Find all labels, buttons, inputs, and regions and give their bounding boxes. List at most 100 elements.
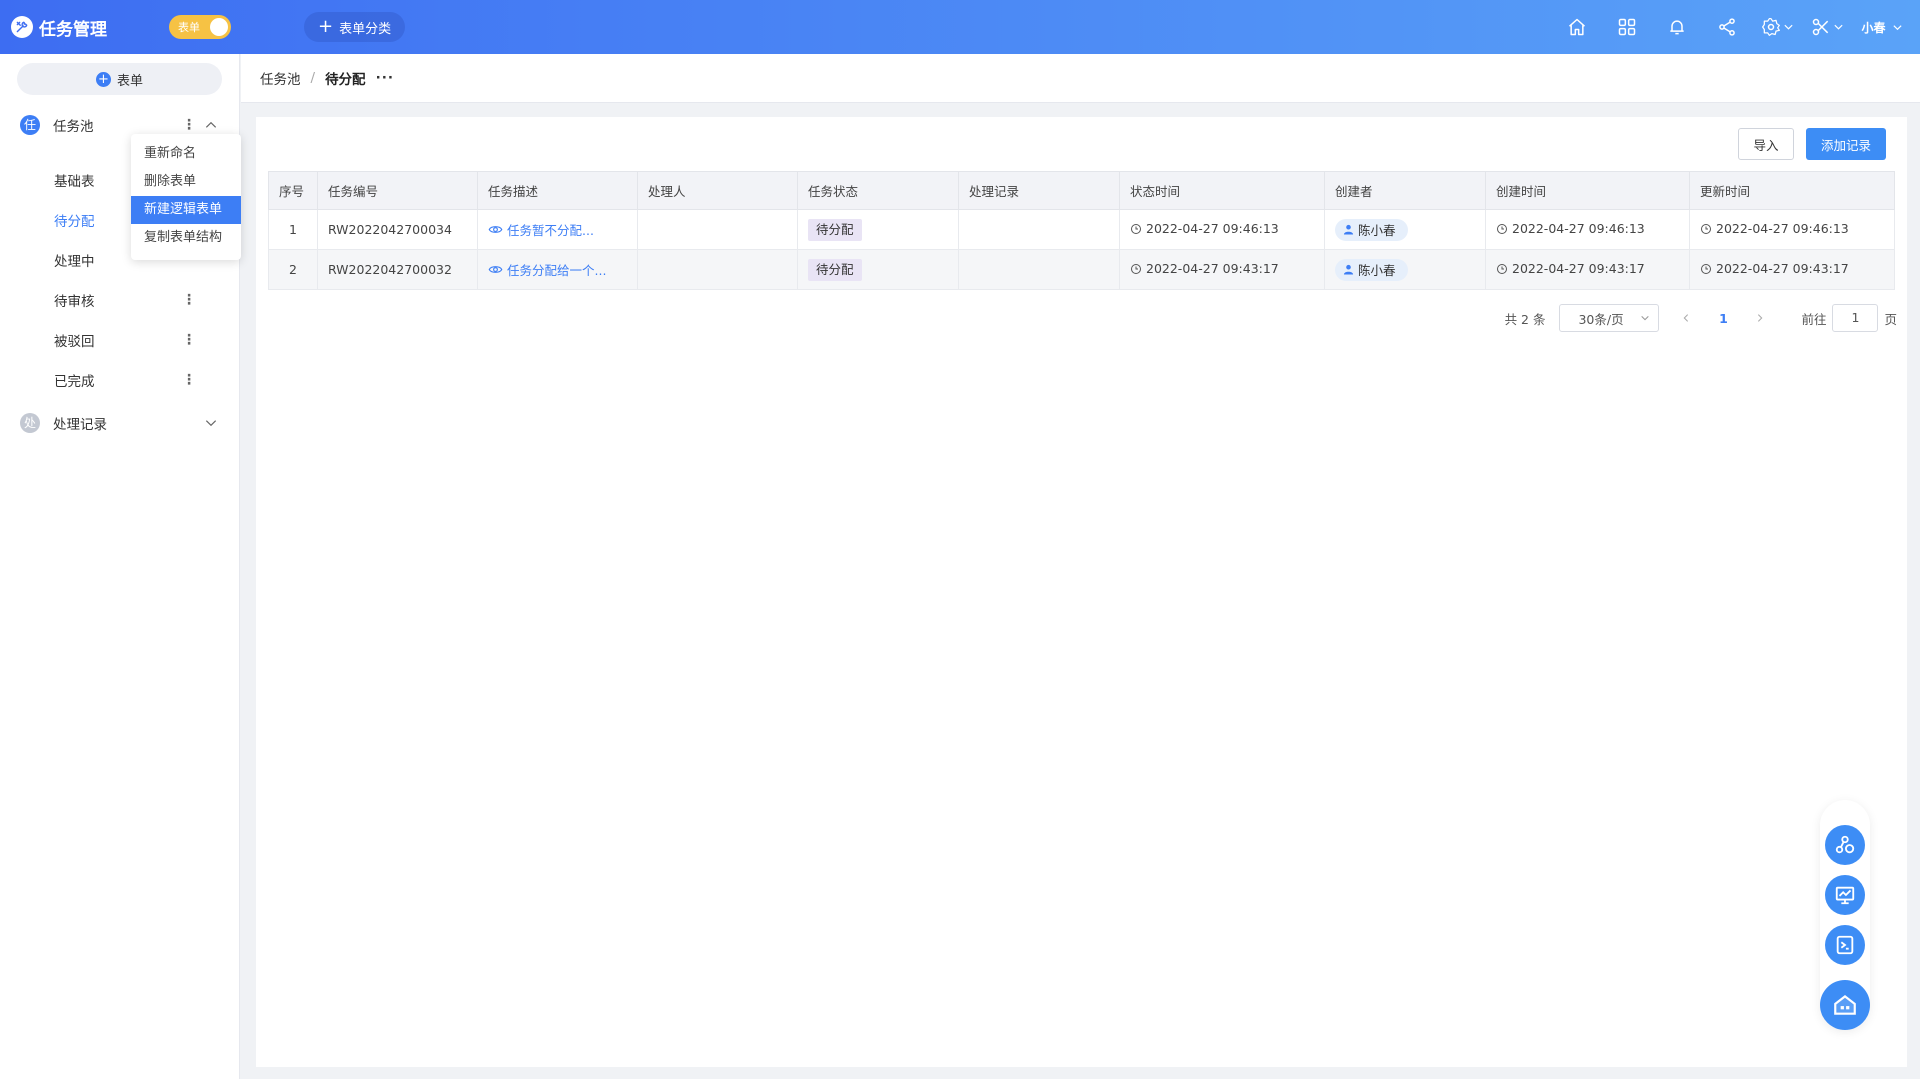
page-unit-label: 页 (1884, 311, 1897, 327)
cell-record (958, 209, 1120, 250)
workflow-button[interactable] (1825, 825, 1865, 865)
breadcrumb-separator: / (310, 70, 316, 86)
dashboard-button[interactable] (1825, 875, 1865, 915)
page-size-select[interactable]: 30条/页 (1559, 304, 1660, 332)
records-table: 序号 任务编号 任务描述 处理人 任务状态 处理记录 状态时间 创建者 创建时间… (268, 171, 1895, 290)
scissors-icon (1812, 18, 1828, 36)
sidebar-item-label: 已完成 (54, 374, 95, 390)
chevron-up-icon[interactable] (204, 118, 218, 132)
tools-icon (11, 16, 33, 38)
next-page-button[interactable] (1745, 313, 1775, 323)
more-vertical-icon[interactable]: ⋮ (182, 292, 196, 308)
clock-icon (1131, 263, 1141, 274)
status-badge: 待分配 (808, 258, 862, 281)
group-label: 处理记录 (53, 417, 107, 433)
home-button[interactable] (1552, 0, 1602, 54)
clock-icon (1131, 223, 1141, 234)
add-form-label: 表单 (116, 73, 143, 89)
floating-toolbar (1820, 800, 1870, 1030)
column-header[interactable]: 处理人 (637, 171, 798, 210)
menu-item-delete-form[interactable]: 删除表单 (131, 168, 241, 196)
table-header-row: 序号 任务编号 任务描述 处理人 任务状态 处理记录 状态时间 创建者 创建时间… (268, 171, 1895, 210)
column-header[interactable]: 处理记录 (958, 171, 1120, 210)
building-icon (1834, 994, 1856, 1015)
description-link[interactable]: 任务分配给一个... (488, 260, 606, 279)
time-text: 2022-04-27 09:46:13 (1716, 221, 1849, 237)
column-header[interactable]: 状态时间 (1119, 171, 1325, 210)
notification-button[interactable] (1652, 0, 1702, 54)
apps-button[interactable] (1602, 0, 1652, 54)
column-header[interactable]: 创建时间 (1485, 171, 1690, 210)
description-link[interactable]: 任务暂不分配... (488, 220, 594, 239)
toggle-label: 表单 (178, 21, 200, 34)
apps-grid-icon (1618, 18, 1636, 36)
creator-name: 陈小春 (1358, 263, 1396, 278)
sidebar-item-label: 处理中 (54, 254, 95, 270)
settings-menu-button[interactable] (1752, 0, 1802, 54)
import-button[interactable]: 导入 (1738, 128, 1794, 160)
chevron-right-icon (1758, 314, 1763, 322)
page-number-current[interactable]: 1 (1713, 311, 1733, 326)
home-portal-button[interactable] (1820, 980, 1870, 1030)
cell-status: 待分配 (797, 209, 959, 250)
user-avatar: 小春 (1861, 20, 1886, 35)
description-text: 任务分配给一个... (507, 262, 607, 278)
sidebar-item-rejected[interactable]: 被驳回 (54, 325, 95, 355)
pagination-total: 共 2 条 (1504, 311, 1546, 327)
table-row[interactable]: 2 RW2022042700032 任务分配给一个... 待分配 2022-04… (268, 249, 1895, 290)
add-form-button[interactable]: + 表单 (17, 63, 222, 95)
cell-updated-time: 2022-04-27 09:46:13 (1689, 209, 1895, 250)
sidebar-item-pending-review[interactable]: 待审核 (54, 285, 95, 315)
chevron-down-icon (1641, 315, 1650, 321)
prev-page-button[interactable] (1671, 313, 1701, 323)
more-vertical-icon[interactable]: ⋮ (182, 332, 196, 348)
column-header[interactable]: 更新时间 (1689, 171, 1895, 210)
user-icon (1343, 224, 1354, 235)
sidebar-group-records[interactable]: 处 处理记录 (0, 405, 240, 441)
creator-name: 陈小春 (1358, 223, 1396, 238)
sidebar-item-basic-table[interactable]: 基础表 (54, 165, 95, 195)
more-vertical-icon[interactable]: ⋮ (182, 372, 196, 388)
more-vertical-icon[interactable]: ⋮ (182, 117, 196, 133)
menu-item-rename[interactable]: 重新命名 (131, 140, 241, 168)
cell-handler (637, 209, 798, 250)
time-text: 2022-04-27 09:43:17 (1512, 261, 1645, 277)
cell-creator: 陈小春 (1324, 209, 1486, 250)
sidebar-item-label: 被驳回 (54, 334, 95, 350)
cell-created-time: 2022-04-27 09:46:13 (1485, 209, 1690, 250)
menu-item-copy-structure[interactable]: 复制表单结构 (131, 224, 241, 252)
context-menu: 重新命名 删除表单 新建逻辑表单 复制表单结构 (131, 134, 241, 260)
tools-menu-button[interactable] (1802, 0, 1852, 54)
share-button[interactable] (1702, 0, 1752, 54)
sidebar-item-processing[interactable]: 处理中 (54, 245, 95, 275)
workflow-gear-icon (1835, 835, 1855, 854)
script-button[interactable] (1825, 925, 1865, 965)
sidebar-item-label: 待审核 (54, 294, 95, 310)
app-logo[interactable]: 任务管理 (11, 15, 107, 40)
form-category-button[interactable]: + 表单分类 (304, 12, 406, 42)
sidebar-item-pending-assign[interactable]: 待分配 (54, 205, 95, 235)
column-header[interactable]: 任务编号 (317, 171, 478, 210)
main-panel: 导入 添加记录 序号 任务编号 任务描述 处理人 任务状态 处理记录 状态时间 … (256, 117, 1907, 1067)
plus-circle-icon: + (95, 71, 111, 87)
user-menu-button[interactable]: 小春 (1852, 0, 1912, 54)
menu-item-new-logic-form[interactable]: 新建逻辑表单 (131, 196, 241, 224)
home-icon (1569, 18, 1585, 36)
form-mode-toggle[interactable]: 表单 (169, 15, 231, 39)
pagination: 共 2 条 30条/页 1 前往 1 页 (1505, 303, 1907, 333)
cell-status: 待分配 (797, 249, 959, 290)
column-header[interactable]: 任务状态 (797, 171, 959, 210)
breadcrumb-current: 待分配 (325, 72, 366, 88)
top-header: 任务管理 表单 + 表单分类 小春 (0, 0, 1920, 54)
cell-updated-time: 2022-04-27 09:43:17 (1689, 249, 1895, 290)
column-header[interactable]: 任务描述 (477, 171, 638, 210)
chevron-down-icon[interactable] (204, 416, 218, 430)
breadcrumb-parent[interactable]: 任务池 (260, 68, 301, 88)
table-row[interactable]: 1 RW2022042700034 任务暂不分配... 待分配 2022-04-… (268, 209, 1895, 250)
column-header[interactable]: 创建者 (1324, 171, 1486, 210)
more-horizontal-icon[interactable]: ··· (376, 70, 394, 86)
add-record-button[interactable]: 添加记录 (1806, 128, 1886, 160)
sidebar-item-completed[interactable]: 已完成 (54, 365, 95, 395)
column-header[interactable]: 序号 (268, 171, 318, 210)
goto-page-input[interactable]: 1 (1832, 304, 1879, 332)
